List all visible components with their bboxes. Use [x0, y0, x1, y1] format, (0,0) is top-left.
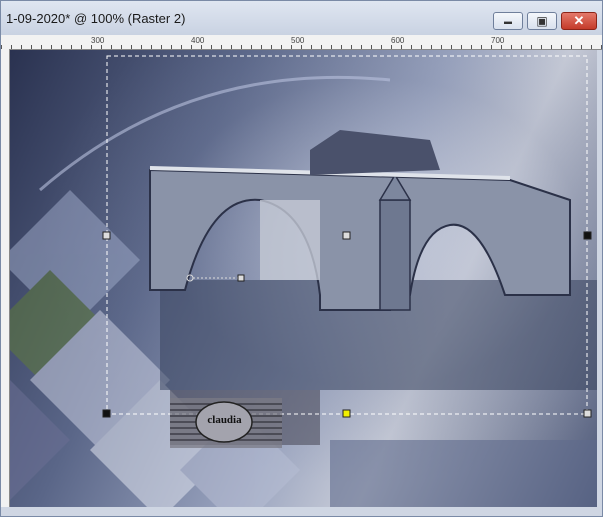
minimize-icon: ▬ [504, 16, 512, 26]
ruler-tick [91, 45, 92, 49]
ruler-tick [471, 45, 472, 49]
ruler-tick [441, 45, 442, 49]
ruler-tick [121, 45, 122, 49]
selection-handle-bottom[interactable] [342, 409, 351, 418]
ruler-tick [321, 45, 322, 49]
ruler-tick [301, 45, 302, 49]
ruler-tick [231, 45, 232, 49]
status-bar [1, 507, 602, 516]
ruler-tick [71, 45, 72, 49]
ruler-tick [371, 45, 372, 49]
ruler-tick [81, 45, 82, 49]
ruler-tick [291, 45, 292, 49]
maximize-button[interactable]: ▣ [527, 12, 557, 30]
ruler-tick [21, 45, 22, 49]
horizontal-ruler: 300 400 500 600 700 [1, 35, 602, 50]
ruler-tick [531, 45, 532, 49]
selection-handle-left[interactable] [102, 231, 111, 240]
ruler-label-600: 600 [391, 36, 405, 45]
ruler-tick [541, 45, 542, 49]
ruler-tick [501, 45, 502, 49]
ruler-tick [221, 45, 222, 49]
ruler-label-300: 300 [91, 36, 105, 45]
window-title: 1-09-2020* @ 100% (Raster 2) [6, 11, 186, 26]
ruler-tick [351, 45, 352, 49]
ruler-tick [361, 45, 362, 49]
ruler-tick [31, 45, 32, 49]
ruler-tick [551, 45, 552, 49]
ruler-tick [141, 45, 142, 49]
maximize-icon: ▣ [536, 14, 548, 28]
close-button[interactable]: ✕ [561, 12, 597, 30]
ruler-tick [191, 45, 192, 49]
image-window: 1-09-2020* @ 100% (Raster 2) ▬ ▣ ✕ 300 4… [0, 0, 603, 517]
watermark-text: claudia [207, 414, 242, 426]
ruler-tick [51, 45, 52, 49]
ruler-tick [271, 45, 272, 49]
ruler-tick [241, 45, 242, 49]
ruler-tick [11, 45, 12, 49]
ruler-tick [381, 45, 382, 49]
ruler-tick [511, 45, 512, 49]
ruler-tick [131, 45, 132, 49]
ruler-tick [61, 45, 62, 49]
ruler-tick [201, 45, 202, 49]
image-canvas[interactable]: claudia [10, 50, 597, 507]
ruler-tick [41, 45, 42, 49]
vertical-ruler [1, 49, 10, 516]
ruler-label-500: 500 [291, 36, 305, 45]
close-icon: ✕ [573, 13, 585, 28]
ruler-tick [601, 45, 602, 49]
rotation-handle[interactable] [237, 274, 245, 282]
ruler-tick [161, 45, 162, 49]
ruler-tick [341, 45, 342, 49]
ruler-tick [151, 45, 152, 49]
ruler-tick [521, 45, 522, 49]
ruler-tick [261, 45, 262, 49]
selection-handle-bottom-left[interactable] [102, 409, 111, 418]
ruler-tick [251, 45, 252, 49]
minimize-button[interactable]: ▬ [493, 12, 523, 30]
ruler-tick [331, 45, 332, 49]
ruler-tick [181, 45, 182, 49]
ruler-tick [451, 45, 452, 49]
ruler-label-700: 700 [491, 36, 505, 45]
ruler-tick [171, 45, 172, 49]
artwork [10, 55, 597, 507]
ruler-label-400: 400 [191, 36, 205, 45]
ruler-tick [491, 45, 492, 49]
ruler-tick [421, 45, 422, 49]
selection-handle-bottom-right[interactable] [583, 409, 592, 418]
ruler-tick [481, 45, 482, 49]
ruler-tick [561, 45, 562, 49]
selection-handle-center[interactable] [342, 231, 351, 240]
ruler-tick [401, 45, 402, 49]
ruler-tick [591, 45, 592, 49]
ruler-tick [581, 45, 582, 49]
ruler-tick [431, 45, 432, 49]
ruler-tick [101, 45, 102, 49]
ruler-tick [281, 45, 282, 49]
ruler-tick [111, 45, 112, 49]
ruler-tick [571, 45, 572, 49]
title-bar[interactable]: 1-09-2020* @ 100% (Raster 2) ▬ ▣ ✕ [1, 1, 602, 35]
selection-handle-right[interactable] [583, 231, 592, 240]
ruler-tick [311, 45, 312, 49]
ruler-tick [461, 45, 462, 49]
ruler-tick [211, 45, 212, 49]
ruler-tick [391, 45, 392, 49]
ruler-tick [411, 45, 412, 49]
